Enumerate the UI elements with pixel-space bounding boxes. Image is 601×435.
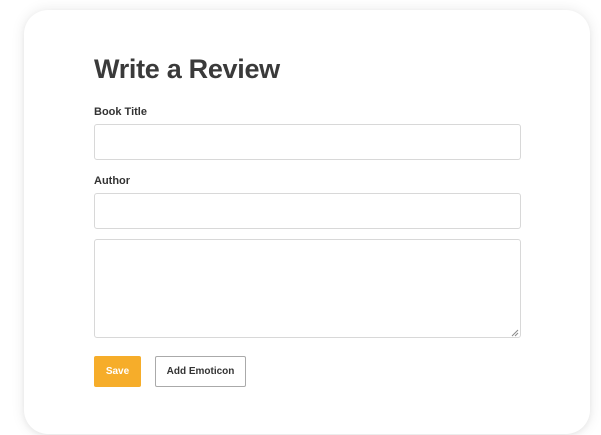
add-emoticon-button[interactable]: Add Emoticon bbox=[155, 356, 246, 387]
book-title-input[interactable] bbox=[94, 124, 521, 160]
book-title-label: Book Title bbox=[94, 106, 147, 118]
resize-handle-icon[interactable] bbox=[511, 329, 519, 337]
author-label: Author bbox=[94, 175, 131, 187]
page-title: Write a Review bbox=[94, 54, 280, 84]
review-textarea[interactable] bbox=[94, 239, 521, 338]
author-input[interactable] bbox=[94, 193, 521, 229]
save-button[interactable]: Save bbox=[94, 356, 141, 387]
